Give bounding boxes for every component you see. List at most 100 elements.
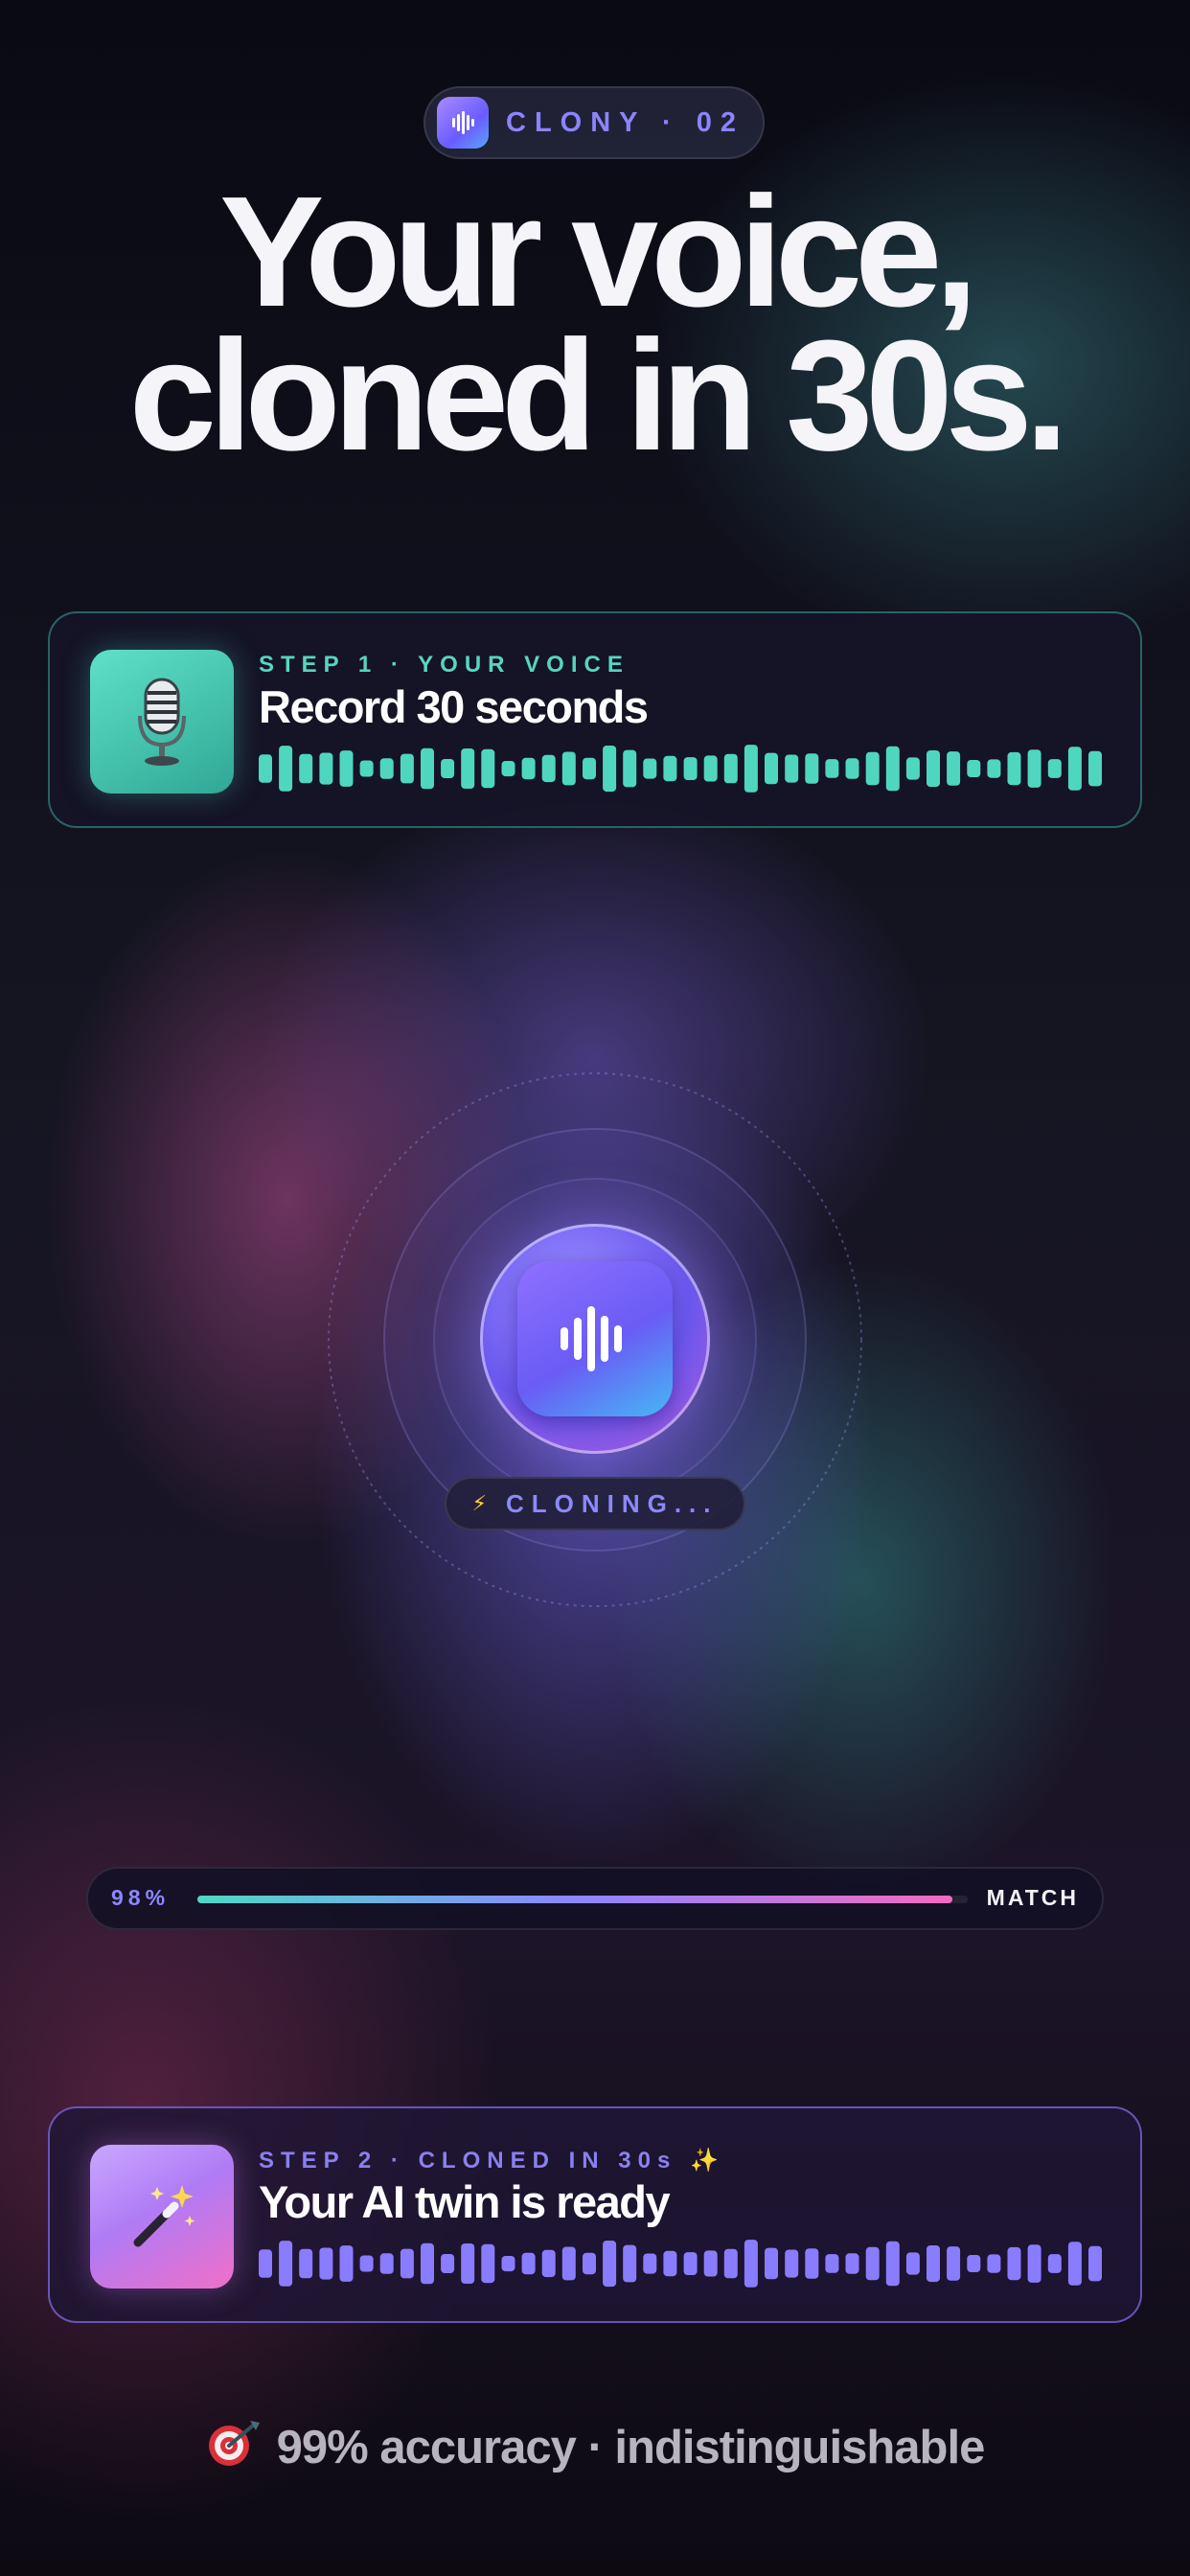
- progress-track: [197, 1896, 968, 1903]
- wave-bar: [1088, 750, 1102, 787]
- wave-bar: [723, 753, 738, 784]
- step2-title: Your AI twin is ready: [259, 2176, 671, 2227]
- wave-bar: [905, 757, 920, 780]
- wave-bar: [441, 759, 455, 778]
- wave-bar: [501, 2256, 515, 2272]
- wave-bar: [521, 757, 536, 780]
- wave-bar: [1067, 2242, 1082, 2286]
- badge-text: CLONY · 02: [506, 106, 745, 138]
- wave-bar: [603, 746, 617, 793]
- progress-suffix: MATCH: [986, 1885, 1079, 1910]
- wave-bar: [561, 2246, 576, 2281]
- wave-bar: [421, 2242, 434, 2285]
- step1-title: Record 30 seconds: [259, 681, 649, 732]
- footer-text: 99% accuracy · indistinguishable: [276, 2422, 986, 2473]
- wave-bar: [1047, 759, 1062, 778]
- wave-bar: [603, 2241, 617, 2288]
- progress-percent: 98%: [111, 1885, 171, 1910]
- wave-bar: [1088, 2245, 1102, 2282]
- microphone-icon: [90, 650, 234, 794]
- wave-bar: [319, 752, 333, 785]
- step1-waveform: [259, 745, 1102, 793]
- lightning-icon: ⚡: [471, 1491, 487, 1515]
- wave-bar: [765, 2247, 778, 2280]
- headline-line-1: Your voice,: [219, 164, 978, 339]
- wave-bar: [623, 749, 637, 788]
- wave-bar: [359, 760, 374, 777]
- wave-bar: [805, 2248, 819, 2279]
- wave-bar: [1027, 2244, 1041, 2283]
- wave-bar: [339, 2245, 354, 2282]
- wave-bar: [583, 2252, 596, 2275]
- wave-bar: [765, 752, 778, 785]
- step1-card: STEP 1 · YOUR VOICE Record 30 seconds: [48, 611, 1142, 828]
- wave-bar: [825, 759, 839, 778]
- match-progress: 98% MATCH: [86, 1867, 1104, 1930]
- wave-bar: [825, 2254, 839, 2273]
- wave-bar: [379, 2253, 394, 2274]
- progress-fill: [197, 1896, 952, 1903]
- wave-bar: [927, 750, 940, 788]
- wave-bar: [845, 758, 859, 779]
- wave-bar: [785, 754, 799, 783]
- wave-bar: [643, 758, 657, 779]
- wave-bar: [987, 2254, 1001, 2273]
- wave-bar: [561, 751, 576, 786]
- wave-bar: [723, 2248, 738, 2279]
- wave-bar: [967, 2255, 981, 2272]
- wave-bar: [1047, 2254, 1062, 2273]
- wave-bar: [683, 2252, 698, 2275]
- wave-bar: [947, 751, 961, 786]
- wave-bar: [663, 2250, 677, 2277]
- headline-line-2: cloned in 30s.: [128, 308, 1069, 483]
- wave-bar: [845, 2253, 859, 2274]
- waveform-icon: [437, 97, 489, 149]
- magic-wand-icon: [90, 2145, 234, 2288]
- wave-bar: [885, 746, 900, 792]
- wave-bar: [481, 748, 495, 789]
- step1-label: STEP 1 · YOUR VOICE: [259, 652, 629, 678]
- wave-bar: [481, 2243, 495, 2284]
- wave-bar: [703, 2250, 718, 2277]
- wave-bar: [319, 2247, 333, 2280]
- step2-label: STEP 2 · CLONED IN 30s ✨: [259, 2148, 725, 2174]
- wave-bar: [947, 2246, 961, 2281]
- wave-bar: [1027, 749, 1041, 788]
- wave-bar: [744, 745, 758, 793]
- wave-bar: [987, 759, 1001, 778]
- wave-bar: [927, 2245, 940, 2283]
- wave-bar: [441, 2254, 455, 2273]
- wave-bar: [583, 757, 596, 780]
- wave-bar: [623, 2244, 637, 2283]
- wave-bar: [259, 754, 272, 783]
- wave-bar: [683, 757, 698, 780]
- wave-bar: [885, 2241, 900, 2287]
- wave-bar: [379, 758, 394, 779]
- wave-bar: [744, 2240, 758, 2288]
- wave-bar: [905, 2252, 920, 2275]
- wave-bar: [643, 2253, 657, 2274]
- wave-bar: [1007, 2246, 1021, 2281]
- wave-bar: [421, 748, 434, 790]
- cloning-status-text: CLONING...: [505, 1488, 719, 1518]
- footer-tagline: 99% accuracy · indistinguishable: [0, 2419, 1190, 2480]
- wave-bar: [785, 2249, 799, 2278]
- wave-bar: [299, 2248, 313, 2279]
- wave-bar: [967, 760, 981, 777]
- wave-bar: [865, 2246, 880, 2281]
- step2-card: STEP 2 · CLONED IN 30s ✨ Your AI twin is…: [48, 2106, 1142, 2323]
- headline: Your voice, cloned in 30s.: [0, 164, 1190, 483]
- app-badge: CLONY · 02: [423, 86, 765, 159]
- wave-bar: [279, 2241, 293, 2287]
- waveform-icon: [517, 1261, 673, 1416]
- step2-waveform: [259, 2240, 1102, 2288]
- wave-bar: [359, 2255, 374, 2272]
- wave-bar: [259, 2249, 272, 2278]
- wave-bar: [865, 751, 880, 786]
- wave-bar: [805, 753, 819, 784]
- wave-bar: [400, 2248, 414, 2279]
- wave-bar: [299, 753, 313, 784]
- wave-bar: [1007, 751, 1021, 786]
- wave-bar: [501, 761, 515, 777]
- cloning-status: ⚡ CLONING...: [445, 1477, 745, 1530]
